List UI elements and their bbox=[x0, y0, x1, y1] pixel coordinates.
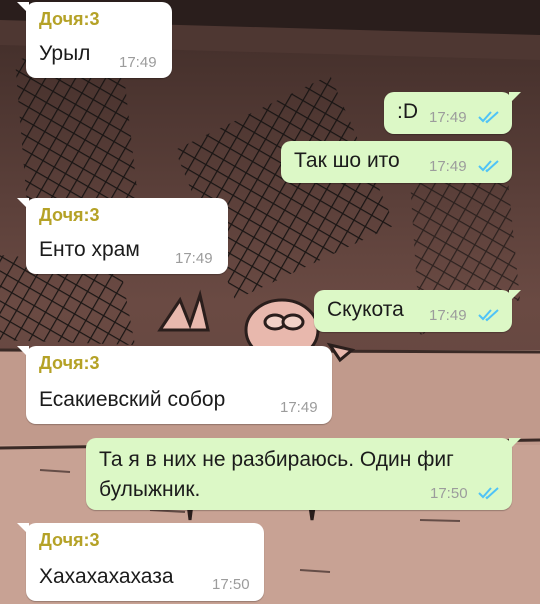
message-bubble-outgoing[interactable]: Та я в них не разбираюсь. Один фиг булыж… bbox=[86, 438, 521, 510]
message-bubble-incoming[interactable]: Дочя:3 Хахахахахаза 17:50 bbox=[17, 523, 264, 601]
message-text: Урыл bbox=[39, 42, 91, 65]
message-time: 17:49 bbox=[429, 109, 467, 126]
message-text: Енто храм bbox=[39, 238, 140, 261]
message-time: 17:49 bbox=[175, 250, 213, 267]
message-bubble-incoming[interactable]: Дочя:3 Есакиевский собор 17:49 bbox=[17, 346, 332, 424]
sender-name: Дочя:3 bbox=[39, 530, 100, 550]
message-text: :D bbox=[397, 100, 418, 123]
message-text: Скукота bbox=[327, 298, 404, 321]
message-text: Есакиевский собор bbox=[39, 388, 226, 411]
sender-name: Дочя:3 bbox=[39, 205, 100, 225]
message-bubble-incoming[interactable]: Дочя:3 Енто храм 17:49 bbox=[17, 198, 228, 274]
message-time: 17:50 bbox=[430, 485, 468, 502]
message-text: Та я в них не разбираюсь. Один фиг булыж… bbox=[99, 448, 454, 501]
message-bubble-outgoing[interactable]: Скукота 17:49 bbox=[314, 290, 521, 332]
message-time: 17:49 bbox=[429, 158, 467, 175]
sender-name: Дочя:3 bbox=[39, 353, 100, 373]
sender-name: Дочя:3 bbox=[39, 9, 100, 29]
message-time: 17:50 bbox=[212, 576, 250, 593]
message-bubble-outgoing[interactable]: Так шо ито 17:49 bbox=[281, 141, 512, 183]
message-bubble-outgoing[interactable]: :D 17:49 bbox=[384, 92, 521, 134]
message-time: 17:49 bbox=[280, 399, 318, 416]
message-text: Так шо ито bbox=[294, 149, 400, 172]
double-check-icon bbox=[478, 309, 499, 322]
message-time: 17:49 bbox=[429, 307, 467, 324]
double-check-icon bbox=[478, 160, 499, 173]
double-check-icon bbox=[478, 487, 499, 500]
double-check-icon bbox=[478, 111, 499, 124]
message-time: 17:49 bbox=[119, 54, 157, 71]
message-bubble-incoming[interactable]: Дочя:3 Урыл 17:49 bbox=[17, 2, 172, 78]
message-text: Хахахахахаза bbox=[39, 565, 174, 588]
